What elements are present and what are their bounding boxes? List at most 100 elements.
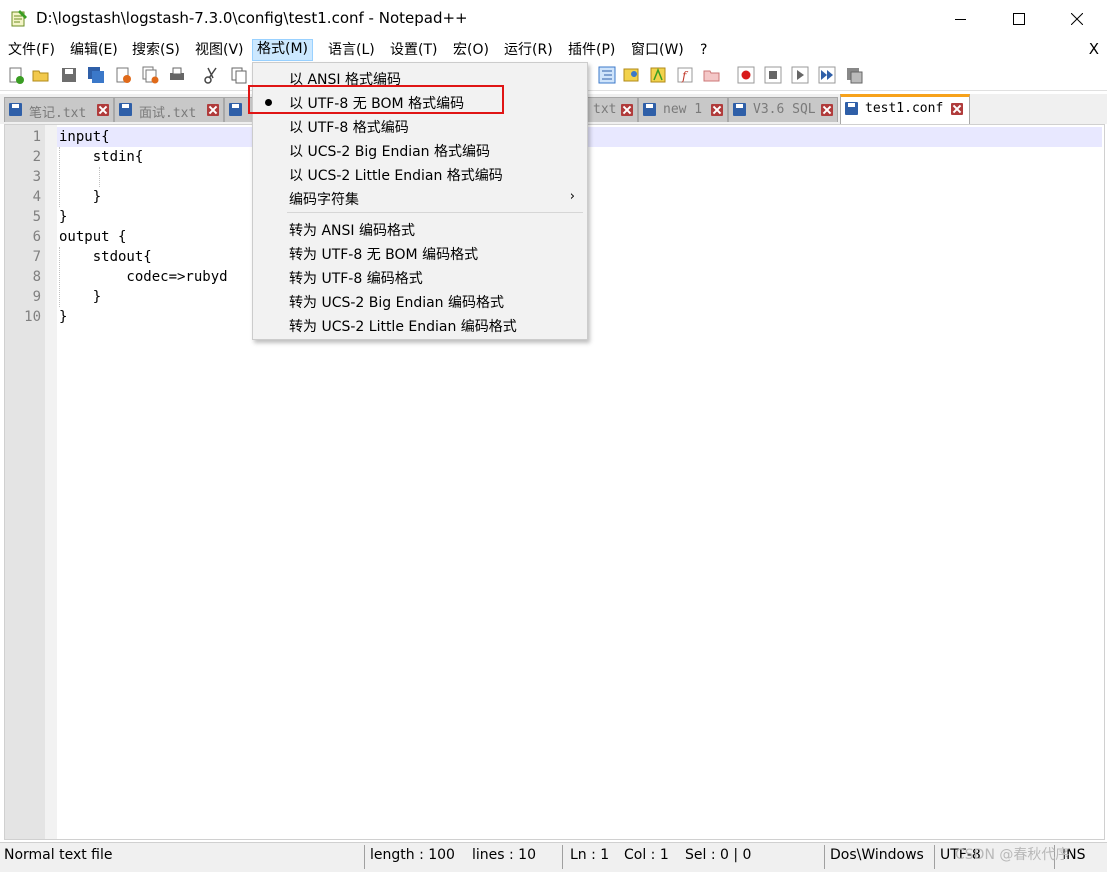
close-file-icon[interactable] [114,66,132,84]
menu-plugins[interactable]: 插件(P) [564,40,619,60]
save-icon [643,103,656,116]
indent-guide-icon[interactable] [598,66,616,84]
title-bar: D:\logstash\logstash-7.3.0\config\test1.… [0,0,1107,38]
menu-macro[interactable]: 宏(O) [449,40,493,60]
close-all-icon[interactable] [141,66,159,84]
menu-item-convert-ansi[interactable]: 转为 ANSI 编码格式 [253,217,587,241]
menu-window[interactable]: 窗口(W) [627,40,688,60]
menu-item-convert-ucs2-le[interactable]: 转为 UCS-2 Little Endian 编码格式 [253,313,587,337]
menu-item-convert-utf8[interactable]: 转为 UTF-8 编码格式 [253,265,587,289]
menu-item-label: 转为 UTF-8 编码格式 [289,271,423,287]
notepad-plus-plus-icon [11,10,27,27]
save-icon [9,103,22,116]
tab-notes[interactable]: 笔记.txt [4,97,114,122]
line-number: 7 [32,249,41,265]
indent-guide [99,167,100,187]
macro-save-icon[interactable] [845,66,863,84]
menu-file[interactable]: 文件(F) [4,40,59,60]
tab-close-icon[interactable] [207,104,219,116]
menu-format[interactable]: 格式(M) [252,39,314,61]
folder-workspace-icon[interactable] [703,66,721,84]
menu-item-label: 以 UTF-8 无 BOM 格式编码 [289,96,465,112]
fold-margin[interactable] [45,125,57,839]
menu-item-encode-utf8-no-bom[interactable]: 以 UTF-8 无 BOM 格式编码 [253,90,587,114]
close-button[interactable] [1048,0,1106,38]
status-divider [934,845,935,869]
menu-item-label: 转为 UCS-2 Big Endian 编码格式 [289,295,504,311]
line-number: 9 [32,289,41,305]
save-icon[interactable] [60,66,78,84]
status-divider [364,845,365,869]
document-map-icon[interactable] [622,66,640,84]
tab-close-icon[interactable] [951,103,963,115]
menu-item-label: 以 UTF-8 格式编码 [289,120,409,136]
maximize-button[interactable] [990,0,1048,38]
tab-close-icon[interactable] [821,104,833,116]
open-file-icon[interactable] [32,66,50,84]
function-icon[interactable]: f [676,66,694,84]
menu-run[interactable]: 运行(R) [500,40,557,60]
function-list-icon[interactable] [649,66,667,84]
cut-icon[interactable] [203,66,221,84]
status-eol: Dos\Windows [830,847,924,863]
status-divider [824,845,825,869]
copy-icon[interactable] [230,66,248,84]
line-number: 6 [32,229,41,245]
close-document-icon[interactable]: X [1089,40,1099,58]
print-icon[interactable] [168,66,186,84]
menu-item-charset[interactable]: 编码字符集 › [253,186,587,210]
menu-item-label: 以 UCS-2 Big Endian 格式编码 [289,144,490,160]
status-ln: Ln : 1 [570,847,610,863]
macro-record-icon[interactable] [737,66,755,84]
menu-settings[interactable]: 设置(T) [386,40,441,60]
menu-item-encode-utf8[interactable]: 以 UTF-8 格式编码 [253,114,587,138]
code-line: codec=>rubyd [59,269,228,285]
menu-item-encode-ansi[interactable]: 以 ANSI 格式编码 [253,66,587,90]
menu-item-convert-ucs2-be[interactable]: 转为 UCS-2 Big Endian 编码格式 [253,289,587,313]
save-icon [229,103,242,116]
minimize-button[interactable] [932,0,990,38]
macro-stop-icon[interactable] [764,66,782,84]
status-col: Col : 1 [624,847,669,863]
close-icon [1071,13,1083,25]
tab-v36-sql[interactable]: V3.6 SQL [728,97,838,122]
menu-edit[interactable]: 编辑(E) [66,40,122,60]
status-bar: Normal text file length : 100 lines : 10… [0,842,1107,872]
tab-new-1[interactable]: new 1 [638,97,728,122]
tab-label: 笔记.txt [29,106,87,121]
menu-item-encode-ucs2-be[interactable]: 以 UCS-2 Big Endian 格式编码 [253,138,587,162]
line-number: 5 [32,209,41,225]
menu-view[interactable]: 视图(V) [191,40,248,60]
save-icon [733,103,746,116]
macro-play-icon[interactable] [791,66,809,84]
menu-language[interactable]: 语言(L) [324,40,379,60]
line-number: 2 [32,149,41,165]
tab-txt[interactable]: txt [586,97,638,122]
tab-close-icon[interactable] [711,104,723,116]
menu-item-encode-ucs2-le[interactable]: 以 UCS-2 Little Endian 格式编码 [253,162,587,186]
status-sel: Sel : 0 | 0 [685,847,752,863]
menu-bar: 文件(F) 编辑(E) 搜索(S) 视图(V) 格式(M) 语言(L) 设置(T… [0,38,1107,62]
tab-interview[interactable]: 面试.txt [114,97,224,122]
tab-test1-conf[interactable]: test1.conf [840,94,970,124]
macro-run-multiple-icon[interactable] [818,66,836,84]
menu-separator [287,212,583,213]
menu-item-label: 编码字符集 [289,192,359,208]
menu-item-convert-utf8-no-bom[interactable]: 转为 UTF-8 无 BOM 编码格式 [253,241,587,265]
new-file-icon[interactable] [7,66,25,84]
menu-help[interactable]: ? [696,40,711,60]
tab-label: test1.conf [865,101,944,116]
tab-close-icon[interactable] [97,104,109,116]
tab-close-icon[interactable] [621,104,633,116]
save-icon [119,103,132,116]
menu-search[interactable]: 搜索(S) [128,40,184,60]
save-all-icon[interactable] [87,66,105,84]
status-lines: lines : 10 [472,847,536,863]
watermark: CSDN @春秋代序 [955,847,1070,863]
line-number: 10 [24,309,41,325]
code-line: input{ [59,129,110,145]
status-file-type: Normal text file [4,847,113,863]
line-number: 4 [32,189,41,205]
menu-item-label: 转为 UCS-2 Little Endian 编码格式 [289,319,517,335]
checked-bullet-icon [265,99,272,106]
